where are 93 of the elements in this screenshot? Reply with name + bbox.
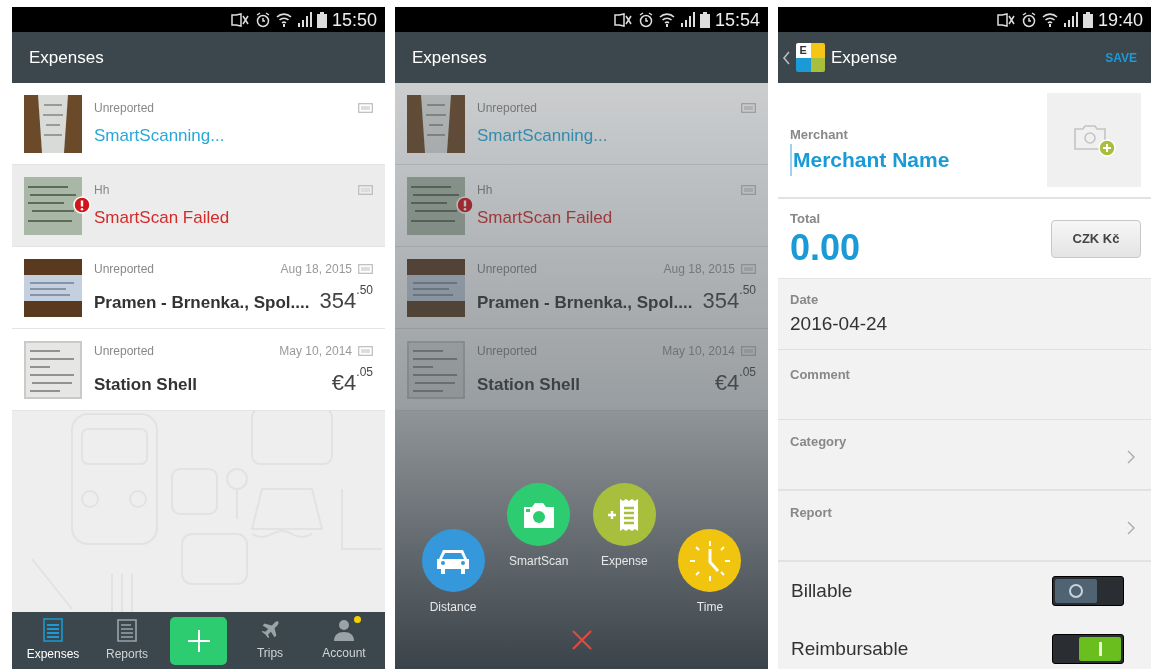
merchant-name: Pramen - Brnenka., Spol.... <box>94 292 310 314</box>
battery-icon <box>1082 11 1093 28</box>
merchant-field[interactable]: Merchant Name <box>790 144 990 176</box>
status-time: 15:54 <box>714 10 760 29</box>
status-label: Unreported <box>94 260 156 278</box>
status-label: Unreported <box>94 342 156 360</box>
chevron-right-icon <box>1127 521 1135 535</box>
select-row[interactable]: Category <box>778 420 1151 491</box>
merchant-name: SmartScanning... <box>477 124 608 147</box>
expense-date: Aug 18, 2015 <box>280 260 352 278</box>
nav-tab[interactable]: Expenses <box>22 618 84 663</box>
expense-row[interactable]: Unreported SmartScanning... <box>12 83 385 165</box>
nav-tab[interactable]: Reports <box>96 618 158 663</box>
field-label: Total <box>790 209 822 228</box>
nav-tab[interactable]: Trips <box>239 619 301 662</box>
save-button[interactable]: SAVE <box>1105 48 1137 67</box>
field-label: Date <box>790 291 820 309</box>
menu-option[interactable]: Expense <box>584 483 665 616</box>
receipt-icon <box>43 618 63 642</box>
signal-icon <box>296 12 312 27</box>
expense-row[interactable]: Unreported Aug 18, 2015 Pramen - Brnenka., Spol.... 354$^{.50}$ <box>12 247 385 329</box>
select-row[interactable]: Report <box>778 491 1151 562</box>
app-title: Expense <box>831 46 899 69</box>
expense-date: Aug 18, 2015 <box>663 260 735 278</box>
app-title: Expenses <box>412 46 487 69</box>
battery-icon <box>699 11 710 28</box>
expense-amount: €4$^{.05}$ <box>331 365 373 397</box>
chevron-right-icon <box>1127 450 1135 464</box>
toggle-label: Billable <box>791 578 853 603</box>
expense-amount: 354$^{.50}$ <box>319 283 373 315</box>
cash-icon <box>358 102 373 113</box>
status-label: Unreported <box>477 342 539 360</box>
app-title: Expenses <box>29 46 104 69</box>
status-time: 15:50 <box>331 10 377 29</box>
camera-add-icon <box>1072 123 1116 157</box>
date-value: 2016-04-24 <box>790 311 889 336</box>
merchant-name: SmartScan Failed <box>477 206 613 229</box>
app-logo: E <box>796 43 825 72</box>
mute-icon <box>612 12 633 27</box>
cash-icon <box>741 345 756 356</box>
cash-icon <box>358 345 373 356</box>
status-label: Hh <box>94 181 111 199</box>
cash-icon <box>358 263 373 274</box>
wifi-icon <box>1041 12 1058 27</box>
merchant-name: Pramen - Brnenka., Spol.... <box>477 292 693 314</box>
toggle-switch[interactable] <box>1052 576 1124 606</box>
wifi-icon <box>658 12 675 27</box>
merchant-name: Station Shell <box>94 374 197 396</box>
status-time: 19:40 <box>1097 10 1143 29</box>
status-label: Unreported <box>94 99 156 117</box>
field-label: Merchant <box>790 125 849 144</box>
menu-option[interactable]: SmartScan <box>498 483 579 616</box>
status-label: Hh <box>477 181 494 199</box>
battery-icon <box>316 11 327 28</box>
signal-icon <box>679 12 695 27</box>
merchant-name: Station Shell <box>477 374 580 396</box>
mute-icon <box>229 12 250 27</box>
airplane-icon <box>259 619 281 641</box>
expense-row[interactable]: Hh SmartScan Failed <box>395 165 768 247</box>
alarm-icon <box>1020 11 1037 28</box>
expense-row[interactable]: Unreported Aug 18, 2015 Pramen - Brnenka., Spol.... 354$^{.50}$ <box>395 247 768 329</box>
plus-icon <box>186 628 211 653</box>
merchant-name: SmartScanning... <box>94 124 225 147</box>
cash-icon <box>741 184 756 195</box>
close-icon <box>571 630 592 650</box>
menu-option[interactable]: Distance <box>413 529 493 616</box>
field-label: Comment <box>790 367 850 382</box>
alarm-icon <box>637 11 654 28</box>
expense-amount: €4$^{.05}$ <box>714 365 756 397</box>
status-label: Unreported <box>477 99 539 117</box>
person-icon <box>334 619 354 641</box>
document-icon <box>117 618 137 642</box>
add-button[interactable] <box>170 616 227 665</box>
wifi-icon <box>275 12 292 27</box>
cash-icon <box>358 184 373 195</box>
currency-button[interactable]: CZK Kč <box>1051 219 1141 258</box>
expense-row[interactable]: Unreported SmartScanning... <box>395 83 768 165</box>
signal-icon <box>1062 12 1078 27</box>
expense-amount: 354$^{.50}$ <box>702 283 756 315</box>
cash-icon <box>741 102 756 113</box>
total-amount: 0.00 <box>790 228 862 269</box>
menu-option[interactable]: Time <box>669 529 750 616</box>
toggle-label: Reimbursable <box>791 636 909 661</box>
expense-row[interactable]: Unreported May 10, 2014 Station Shell €4$^{.05}$ <box>12 329 385 411</box>
mute-icon <box>995 12 1016 27</box>
alarm-icon <box>254 11 271 28</box>
merchant-name: SmartScan Failed <box>94 206 230 229</box>
back-icon[interactable] <box>782 50 790 65</box>
nav-tab[interactable]: Account <box>313 619 375 662</box>
cash-icon <box>741 263 756 274</box>
status-label: Unreported <box>477 260 539 278</box>
toggle-switch[interactable] <box>1052 634 1124 664</box>
expense-date: May 10, 2014 <box>279 342 352 360</box>
